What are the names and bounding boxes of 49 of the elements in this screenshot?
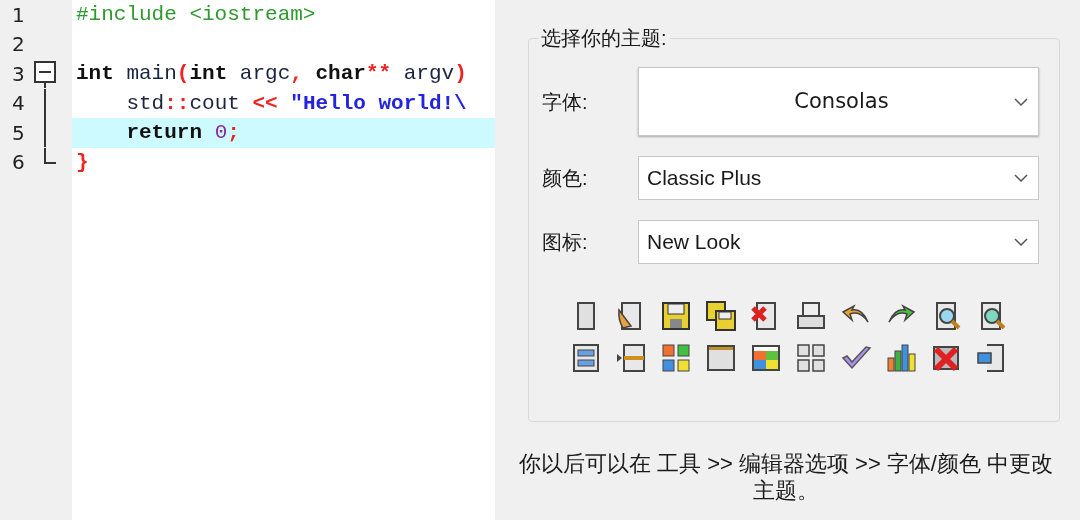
fold-end-line bbox=[44, 147, 56, 164]
dropdown[interactable]: Classic Plus bbox=[638, 156, 1039, 200]
line-number: 3 bbox=[11, 60, 26, 88]
code-token: #include <iostream> bbox=[76, 2, 316, 28]
color-tiles-icon bbox=[660, 342, 692, 374]
field-label: 字体: bbox=[542, 89, 589, 115]
grid-tiles-icon bbox=[795, 342, 827, 374]
bar-chart-icon bbox=[885, 342, 917, 374]
chevron-down-icon bbox=[1014, 97, 1028, 106]
code-token: return bbox=[125, 120, 204, 146]
code-token: "Hello world!\ bbox=[289, 90, 467, 117]
exit-door-icon bbox=[975, 342, 1007, 374]
field-label: 图标: bbox=[542, 230, 589, 255]
split-panel-icon bbox=[570, 342, 602, 374]
code-token: int bbox=[189, 61, 228, 87]
field-label: 颜色: bbox=[542, 166, 589, 191]
code-token: , bbox=[290, 61, 303, 87]
code-token: << bbox=[252, 90, 278, 117]
color-window-icon bbox=[750, 342, 782, 374]
window-icon bbox=[705, 342, 737, 374]
code-token: ) bbox=[454, 61, 467, 87]
line-number: 6 bbox=[11, 149, 26, 177]
fold-collapse-icon[interactable] bbox=[34, 59, 58, 88]
hint-text: 你以后可以在 工具 >> 编辑器选项 >> 字体/颜色 中更改主题。 bbox=[517, 450, 1055, 504]
code-token: ( bbox=[176, 61, 190, 87]
code-token: 0 bbox=[214, 120, 228, 146]
line-number: 1 bbox=[11, 1, 26, 29]
dropdown[interactable]: New Look bbox=[638, 220, 1039, 264]
code-token: ; bbox=[227, 120, 240, 146]
code-token: ** bbox=[365, 61, 392, 87]
line-number: 5 bbox=[11, 119, 26, 147]
code-token: } bbox=[76, 149, 89, 176]
code-token: :: bbox=[164, 90, 190, 117]
code-token: main bbox=[125, 61, 177, 87]
font-dropdown[interactable]: Consolas bbox=[638, 67, 1039, 136]
code-token: cout bbox=[189, 90, 241, 117]
floppy-disks-icon bbox=[705, 300, 737, 332]
code-token: char bbox=[314, 61, 366, 87]
line-number: 2 bbox=[11, 31, 26, 59]
chevron-down-icon bbox=[1014, 238, 1028, 246]
code-token: argv bbox=[402, 61, 455, 87]
line-number: 4 bbox=[11, 90, 26, 118]
indent-panel-icon bbox=[615, 342, 647, 374]
group-title: 选择你的主题: bbox=[538, 25, 670, 51]
chevron-down-icon bbox=[1014, 174, 1028, 182]
printer-icon bbox=[795, 300, 827, 332]
code-token: int bbox=[76, 61, 114, 87]
code-token: std bbox=[125, 90, 165, 117]
code-token: argc bbox=[238, 61, 291, 87]
